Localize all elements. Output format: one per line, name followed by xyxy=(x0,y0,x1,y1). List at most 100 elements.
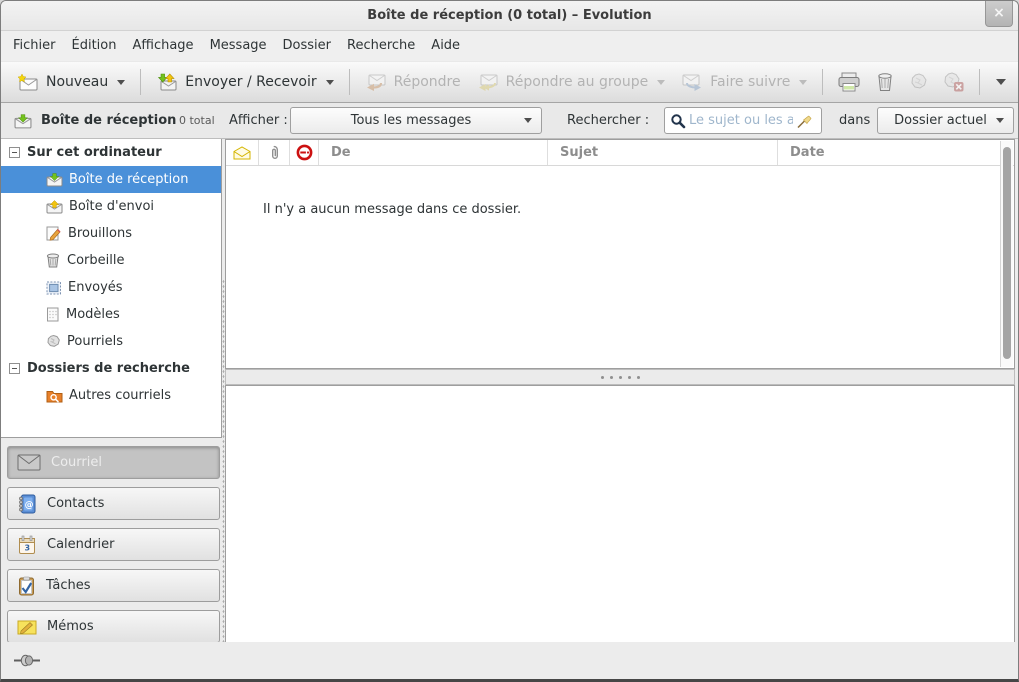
message-list: De Sujet Date Il n'y a aucun message dan… xyxy=(225,139,1015,369)
sidebar-item-drafts[interactable]: Brouillons xyxy=(1,220,221,247)
evolution-window: Boîte de réception (0 total) – Evolution… xyxy=(0,0,1019,682)
switcher-tasks-button[interactable]: Tâches xyxy=(7,569,220,602)
delete-button[interactable] xyxy=(868,67,902,97)
tree-group-label: Dossiers de recherche xyxy=(27,361,190,376)
menu-aide[interactable]: Aide xyxy=(423,31,468,61)
sidebar-item-outbox[interactable]: Boîte d'envoi xyxy=(1,193,221,220)
toolbar: Nouveau Envoyer / Recevoir xyxy=(1,61,1018,103)
priority-icon xyxy=(296,144,313,161)
tree-group-search-folders[interactable]: Dossiers de recherche xyxy=(1,355,221,382)
toolbar-separator xyxy=(140,69,141,95)
send-receive-icon xyxy=(156,73,178,91)
switcher-label: Calendrier xyxy=(47,537,114,552)
sidebar-item-inbox[interactable]: Boîte de réception xyxy=(1,166,221,193)
message-status-icon xyxy=(233,146,251,160)
send-receive-label: Envoyer / Recevoir xyxy=(185,74,316,90)
message-list-header: De Sujet Date xyxy=(226,140,1014,166)
chevron-down-icon xyxy=(799,80,807,85)
chevron-down-icon xyxy=(117,80,125,85)
column-header-from[interactable]: De xyxy=(319,140,548,165)
switcher-memos-button[interactable]: Mémos xyxy=(7,610,220,643)
scope-label: dans xyxy=(839,103,870,138)
attachment-icon xyxy=(269,145,280,161)
forward-label: Faire suivre xyxy=(710,74,790,90)
show-label: Afficher : xyxy=(229,103,288,138)
pane-splitter[interactable] xyxy=(225,369,1015,385)
sidebar-item-label: Corbeille xyxy=(67,253,124,268)
outbox-icon xyxy=(46,199,63,214)
mail-icon xyxy=(17,454,41,471)
junk-icon xyxy=(909,72,929,92)
chevron-down-icon xyxy=(996,118,1004,123)
preview-pane xyxy=(225,385,1015,643)
not-junk-button[interactable] xyxy=(936,67,972,97)
menu-fichier[interactable]: Fichier xyxy=(5,31,64,61)
menu-affichage[interactable]: Affichage xyxy=(124,31,201,61)
calendar-icon: 3 xyxy=(17,535,37,555)
offline-status-icon[interactable] xyxy=(14,654,42,667)
templates-icon xyxy=(46,307,60,322)
junk-button[interactable] xyxy=(902,67,936,97)
forward-icon xyxy=(681,74,703,91)
svg-text:@: @ xyxy=(25,500,34,510)
close-button[interactable]: × xyxy=(985,1,1013,27)
scrollbar-thumb[interactable] xyxy=(1003,147,1011,359)
clear-search-icon[interactable] xyxy=(796,113,812,129)
contacts-icon: @ xyxy=(17,494,37,514)
new-button[interactable]: Nouveau xyxy=(9,69,133,96)
sent-icon xyxy=(46,281,62,295)
expander-icon[interactable] xyxy=(9,147,20,158)
sidebar-item-label: Envoyés xyxy=(68,280,123,295)
search-scope-dropdown[interactable]: Dossier actuel xyxy=(877,107,1014,134)
menu-recherche[interactable]: Recherche xyxy=(339,31,423,61)
search-folder-icon xyxy=(46,389,63,403)
search-input[interactable]: Le sujet ou les adresses contiennent xyxy=(664,107,822,134)
menu-message[interactable]: Message xyxy=(202,31,275,61)
priority-column-header[interactable] xyxy=(290,140,319,165)
sidebar-item-label: Modèles xyxy=(66,307,120,322)
inbox-icon xyxy=(46,172,63,187)
current-folder-label: Boîte de réception xyxy=(41,103,176,138)
switcher-contacts-button[interactable]: @ Contacts xyxy=(7,487,220,520)
column-header-date[interactable]: Date xyxy=(778,140,1014,165)
sidebar-item-sent[interactable]: Envoyés xyxy=(1,274,221,301)
content-area: Sur cet ordinateur Boîte de réception xyxy=(1,139,1018,642)
empty-folder-message: Il n'y a aucun message dans ce dossier. xyxy=(263,202,521,217)
attachment-column-header[interactable] xyxy=(259,140,290,165)
message-list-scrollbar[interactable] xyxy=(1000,141,1013,367)
window-title: Boîte de réception (0 total) – Evolution xyxy=(367,8,651,23)
sidebar-item-junk[interactable]: Pourriels xyxy=(1,328,221,355)
reply-group-icon xyxy=(477,74,499,91)
switcher-label: Courriel xyxy=(51,455,102,470)
send-receive-button[interactable]: Envoyer / Recevoir xyxy=(148,68,341,96)
status-column-header[interactable] xyxy=(226,140,259,165)
titlebar[interactable]: Boîte de réception (0 total) – Evolution… xyxy=(1,1,1018,31)
menubar: Fichier Édition Affichage Message Dossie… xyxy=(1,31,1018,61)
switcher-calendar-button[interactable]: 3 Calendrier xyxy=(7,528,220,561)
menu-edition[interactable]: Édition xyxy=(64,31,125,61)
new-mail-icon xyxy=(17,74,39,91)
switcher-mail-button[interactable]: Courriel xyxy=(7,446,220,479)
menu-dossier[interactable]: Dossier xyxy=(275,31,339,61)
sidebar-item-templates[interactable]: Modèles xyxy=(1,301,221,328)
sidebar-item-trash[interactable]: Corbeille xyxy=(1,247,221,274)
trash-icon xyxy=(875,72,895,92)
expander-icon[interactable] xyxy=(9,363,20,374)
print-button[interactable] xyxy=(830,67,868,97)
forward-button[interactable]: Faire suivre xyxy=(673,69,815,96)
reply-group-button[interactable]: Répondre au groupe xyxy=(469,69,674,96)
toolbar-separator xyxy=(349,69,350,95)
switcher-label: Tâches xyxy=(46,578,91,593)
tree-group-on-this-computer[interactable]: Sur cet ordinateur xyxy=(1,139,221,166)
toolbar-overflow-button[interactable] xyxy=(987,74,1013,90)
sidebar-item-other-mail[interactable]: Autres courriels xyxy=(1,382,221,409)
search-label: Rechercher : xyxy=(567,103,649,138)
print-icon xyxy=(837,72,861,92)
chevron-down-icon xyxy=(524,118,532,123)
show-filter-value: Tous les messages xyxy=(300,113,522,128)
show-filter-dropdown[interactable]: Tous les messages xyxy=(290,107,542,134)
reply-group-label: Répondre au groupe xyxy=(506,74,649,90)
reply-button[interactable]: Répondre xyxy=(357,69,469,96)
column-header-subject[interactable]: Sujet xyxy=(548,140,778,165)
search-placeholder: Le sujet ou les adresses contiennent xyxy=(689,113,793,128)
